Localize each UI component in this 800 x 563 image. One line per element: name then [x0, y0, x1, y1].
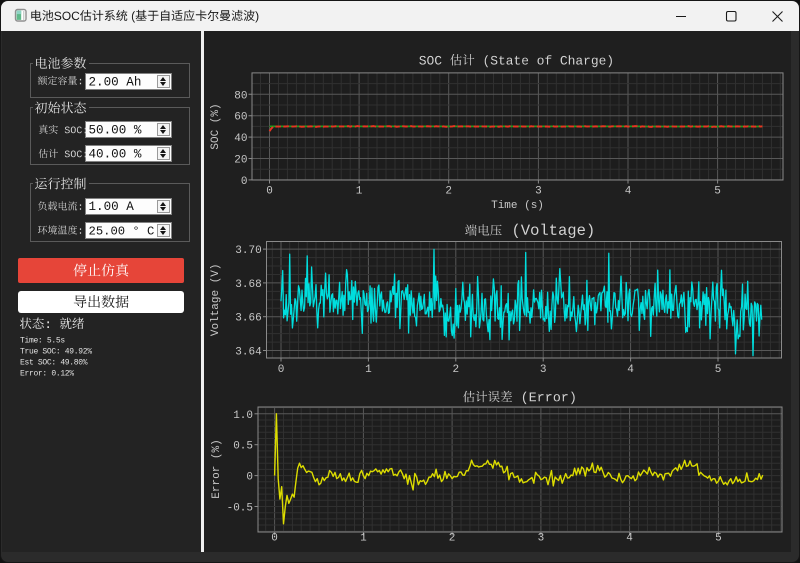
svg-text:4: 4	[626, 533, 633, 545]
svg-text:0: 0	[266, 185, 273, 197]
svg-text:3.70: 3.70	[235, 245, 261, 257]
svg-text:-0.5: -0.5	[227, 503, 253, 515]
svg-text:20: 20	[234, 155, 247, 167]
svg-text:5: 5	[714, 185, 721, 197]
svg-text:SOC (%): SOC (%)	[210, 103, 222, 149]
svg-text:4: 4	[627, 364, 634, 376]
svg-text:3: 3	[540, 364, 547, 376]
svg-text:2: 2	[452, 364, 459, 376]
svg-text:3: 3	[538, 533, 545, 545]
svg-text:Est SOC: 49.80%: Est SOC: 49.80%	[20, 359, 88, 368]
svg-text:3.66: 3.66	[235, 313, 261, 325]
svg-text:0: 0	[271, 533, 278, 545]
svg-text:0: 0	[241, 176, 248, 188]
svg-text:0.5: 0.5	[233, 441, 253, 453]
svg-text:25.00 ° C: 25.00 ° C	[89, 224, 155, 238]
svg-text:3.64: 3.64	[235, 347, 262, 359]
svg-text:0: 0	[278, 364, 285, 376]
svg-text:40.00 %: 40.00 %	[89, 147, 142, 161]
svg-text:50.00 %: 50.00 %	[89, 123, 142, 137]
svg-text:1: 1	[360, 533, 367, 545]
svg-text:4: 4	[625, 185, 632, 197]
svg-text:3.68: 3.68	[235, 279, 261, 291]
svg-text:Error (%): Error (%)	[211, 439, 223, 498]
svg-text:80: 80	[234, 90, 247, 102]
svg-text:1.0: 1.0	[233, 410, 253, 422]
svg-text:Time: 5.5s: Time: 5.5s	[20, 336, 65, 345]
svg-text:2.00 Ah: 2.00 Ah	[89, 75, 142, 89]
svg-text:60: 60	[234, 112, 247, 124]
svg-text:Voltage (V): Voltage (V)	[210, 263, 222, 336]
svg-text:0: 0	[246, 472, 253, 484]
svg-text:5: 5	[715, 364, 722, 376]
svg-text:1: 1	[356, 185, 363, 197]
svg-text:2: 2	[449, 533, 456, 545]
svg-text:Time (s): Time (s)	[491, 200, 544, 212]
svg-text:1.00 A: 1.00 A	[89, 200, 135, 214]
svg-text:40: 40	[234, 133, 247, 145]
svg-text:5: 5	[715, 533, 722, 545]
svg-text:2: 2	[445, 185, 452, 197]
svg-text:1: 1	[365, 364, 372, 376]
svg-text:True SOC: 49.92%: True SOC: 49.92%	[20, 347, 92, 356]
svg-text:3: 3	[535, 185, 542, 197]
svg-text:Error: 0.12%: Error: 0.12%	[20, 370, 74, 379]
